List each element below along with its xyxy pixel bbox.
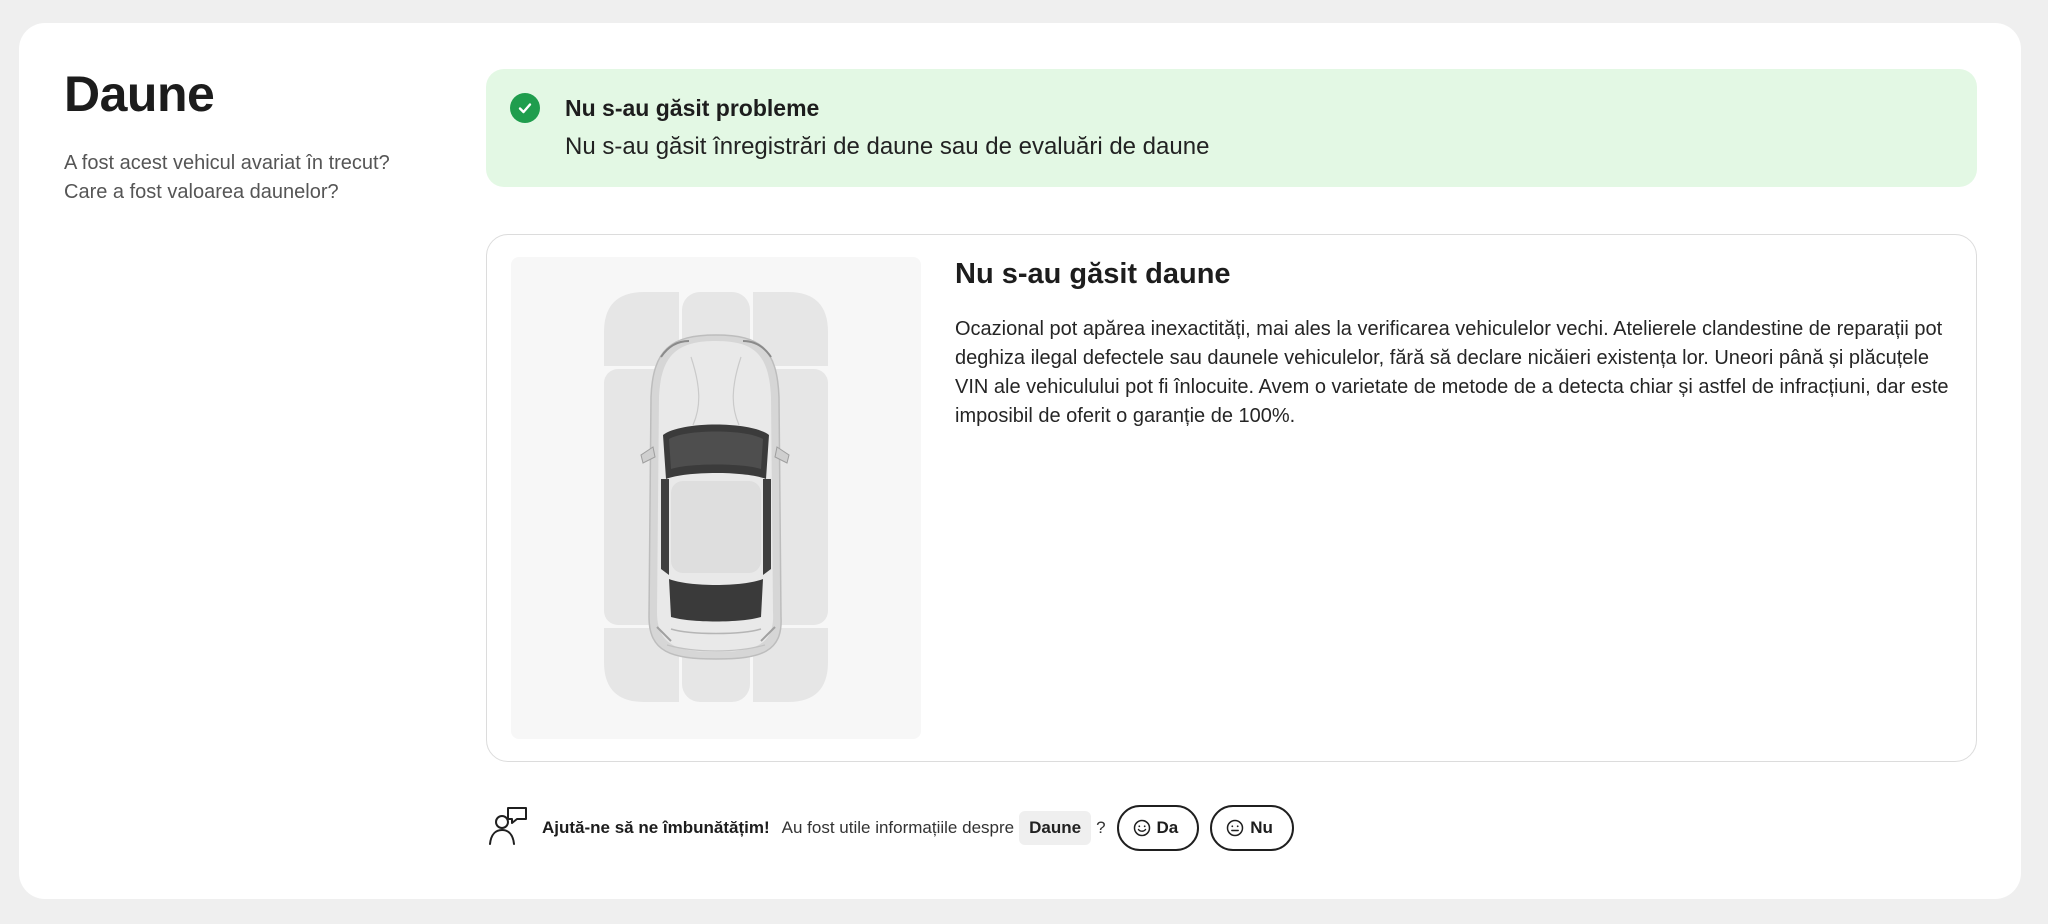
subtitle-line-2: Care a fost valoarea daunelor? [64,181,339,203]
damage-card: Daune A fost acest vehicul avariat în tr… [19,23,2021,899]
neutral-face-icon [1227,819,1244,837]
feedback-question: Au fost utile informațiile despre [781,818,1015,837]
damage-panel: Nu s-au găsit daune Ocazional pot apărea… [486,234,1977,762]
feedback-no-button[interactable]: Nu [1210,805,1294,851]
section-subtitle: A fost acest vehicul avariat în trecut? … [64,149,444,207]
smile-icon [1133,819,1150,837]
feedback-bar: Ajută-ne să ne îmbunătățim! Au fost util… [486,805,1486,851]
section-header: Daune A fost acest vehicul avariat în tr… [64,69,444,207]
damage-title: Nu s-au găsit daune [955,258,1231,290]
feedback-yes-label: Da [1156,818,1179,837]
feedback-yes-button[interactable]: Da [1116,805,1200,851]
damage-description: Ocazional pot apărea inexactități, mai a… [955,318,1949,427]
feedback-question-mark: ? [1096,818,1106,837]
alert-title: Nu s-au găsit probleme [565,95,820,121]
subtitle-line-1: A fost acest vehicul avariat în trecut? [64,152,390,174]
feedback-no-label: Nu [1250,818,1273,837]
page-title: Daune [64,66,215,122]
car-diagram [511,257,921,739]
success-alert: Nu s-au găsit probleme Nu s-au găsit înr… [486,69,1977,187]
feedback-person-icon [486,804,542,853]
check-circle-icon [510,93,540,123]
car-top-view-icon [604,292,828,702]
alert-text: Nu s-au găsit înregistrări de daune sau … [565,133,1210,160]
feedback-topic-chip: Daune [1019,811,1092,845]
feedback-prompt: Ajută-ne să ne îmbunătățim! [542,818,770,837]
